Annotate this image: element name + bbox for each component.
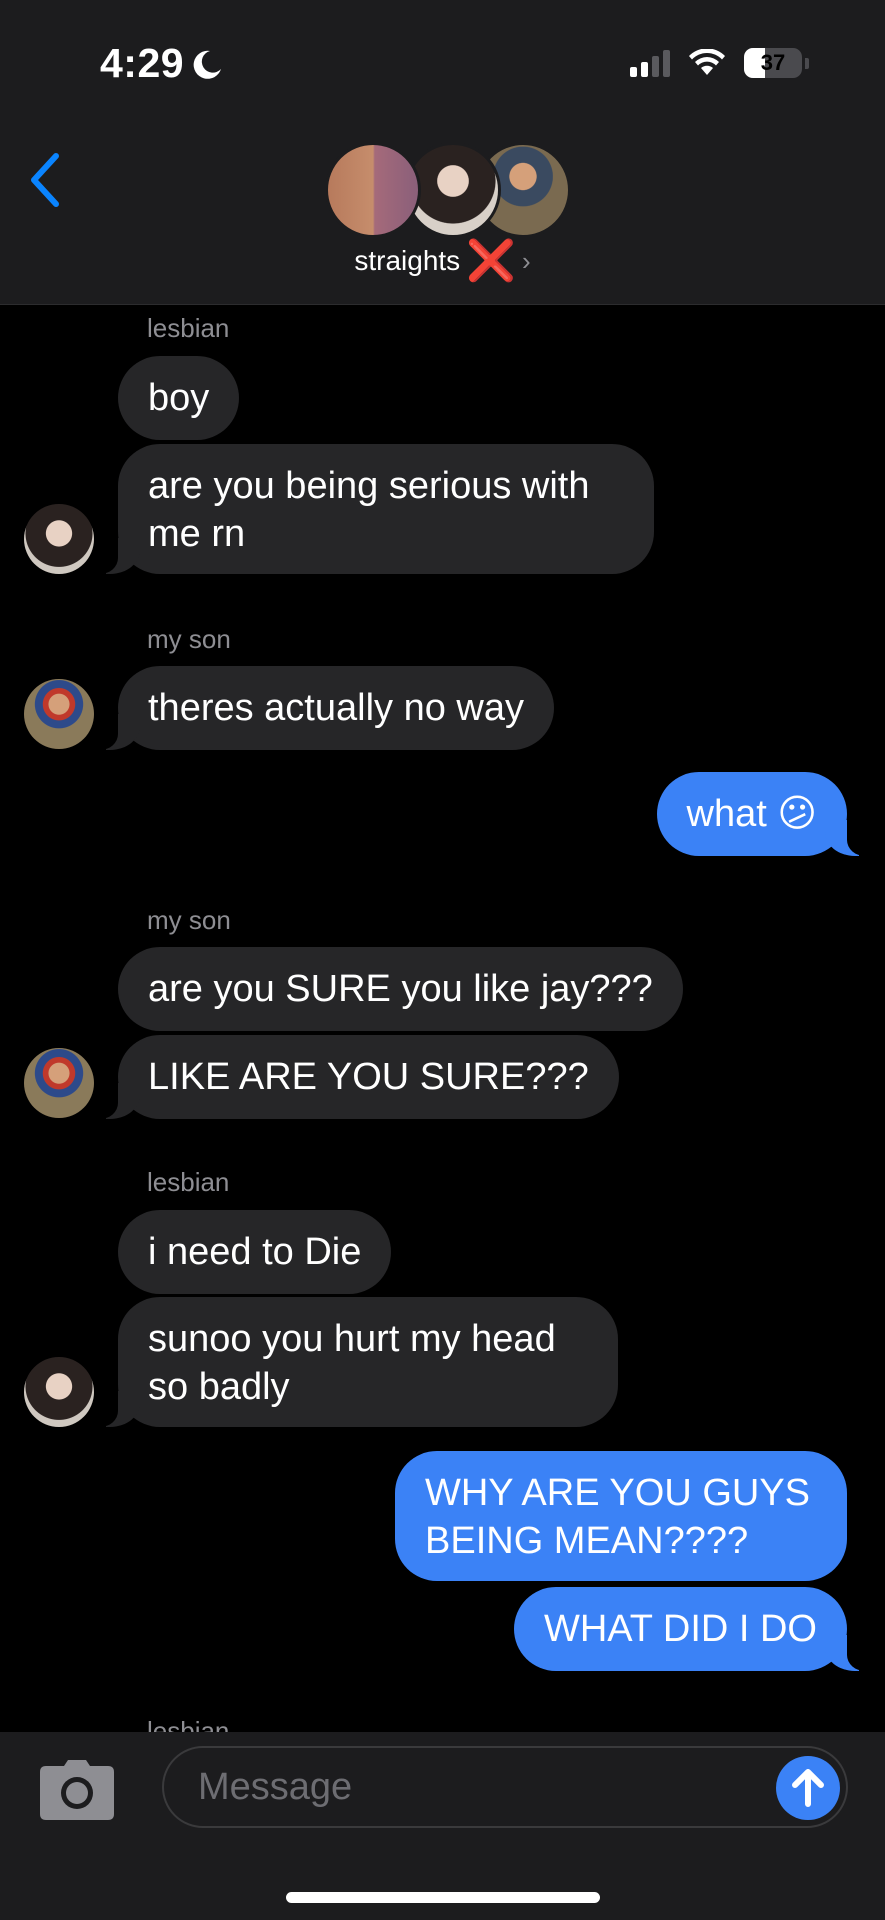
battery-icon: 37 [744, 48, 809, 78]
chevron-right-icon: › [521, 245, 531, 276]
message-text: WHY ARE YOU GUYS [425, 1472, 811, 1514]
message-bubble[interactable]: are you being serious with me rn [90, 444, 654, 574]
arrow-up-icon [792, 1769, 824, 1807]
send-button[interactable] [776, 1756, 840, 1820]
chevron-left-icon[interactable] [26, 150, 66, 210]
message-bubble[interactable]: are you SURE you like jay??? [118, 947, 683, 1031]
message-text: are you SURE you like jay??? [148, 968, 653, 1010]
message-text: theres actually no way [148, 687, 524, 729]
message-text: i need to Die [148, 1231, 362, 1273]
camera-icon[interactable] [40, 1760, 114, 1820]
conversation-header: 4:29 37 straights ❌ › [0, 0, 885, 305]
message-bubble[interactable]: theres actually no way [90, 666, 554, 750]
avatar[interactable] [24, 679, 94, 749]
group-avatars[interactable] [325, 142, 571, 238]
message-bubble[interactable]: WHY ARE YOU GUYS BEING MEAN???? [395, 1451, 847, 1581]
wifi-icon [689, 49, 725, 75]
message-text: so badly [148, 1366, 290, 1408]
message-text: BEING MEAN???? [425, 1520, 749, 1562]
message-bubble[interactable]: WHAT DID I DO [513, 1587, 876, 1671]
group-name[interactable]: straights ❌ › [0, 239, 885, 283]
status-time: 4:29 [100, 40, 224, 87]
status-indicators: 37 [630, 48, 809, 78]
avatar[interactable] [24, 1048, 94, 1118]
message-text: are you being serious with [148, 465, 590, 507]
message-text: WHAT DID I DO [543, 1608, 817, 1650]
sender-name: my son [147, 624, 231, 654]
message-text: boy [148, 377, 210, 419]
message-bubble[interactable]: sunoo you hurt my head so badly [90, 1297, 618, 1427]
sender-name: lesbian [147, 1716, 230, 1732]
signal-icon [630, 49, 670, 77]
avatar [325, 142, 421, 238]
message-text: me rn [148, 513, 246, 555]
message-bubble[interactable]: i need to Die [118, 1210, 392, 1294]
avatar[interactable] [24, 1357, 94, 1427]
message-text: LIKE ARE YOU SURE??? [148, 1056, 589, 1098]
composer-bar: Message [0, 1732, 885, 1920]
group-name-label: straights [354, 245, 461, 276]
sender-name: lesbian [147, 313, 230, 343]
message-text: sunoo you hurt my head [148, 1318, 556, 1360]
sender-name: my son [147, 905, 231, 935]
battery-percent: 37 [760, 50, 786, 75]
home-indicator[interactable] [286, 1892, 600, 1903]
sender-name: lesbian [147, 1167, 230, 1197]
message-bubble[interactable]: LIKE ARE YOU SURE??? [90, 1035, 619, 1119]
cross-mark-emoji: ❌ [466, 239, 516, 283]
moon-icon [193, 50, 222, 79]
message-input[interactable]: Message [162, 1746, 848, 1828]
message-bubble[interactable]: boy [118, 356, 240, 440]
message-text: what 😕 [686, 793, 817, 835]
message-bubble[interactable]: what 😕 [656, 772, 876, 856]
avatar[interactable] [24, 504, 94, 574]
message-placeholder: Message [198, 1766, 353, 1808]
clock-label: 4:29 [100, 40, 185, 86]
